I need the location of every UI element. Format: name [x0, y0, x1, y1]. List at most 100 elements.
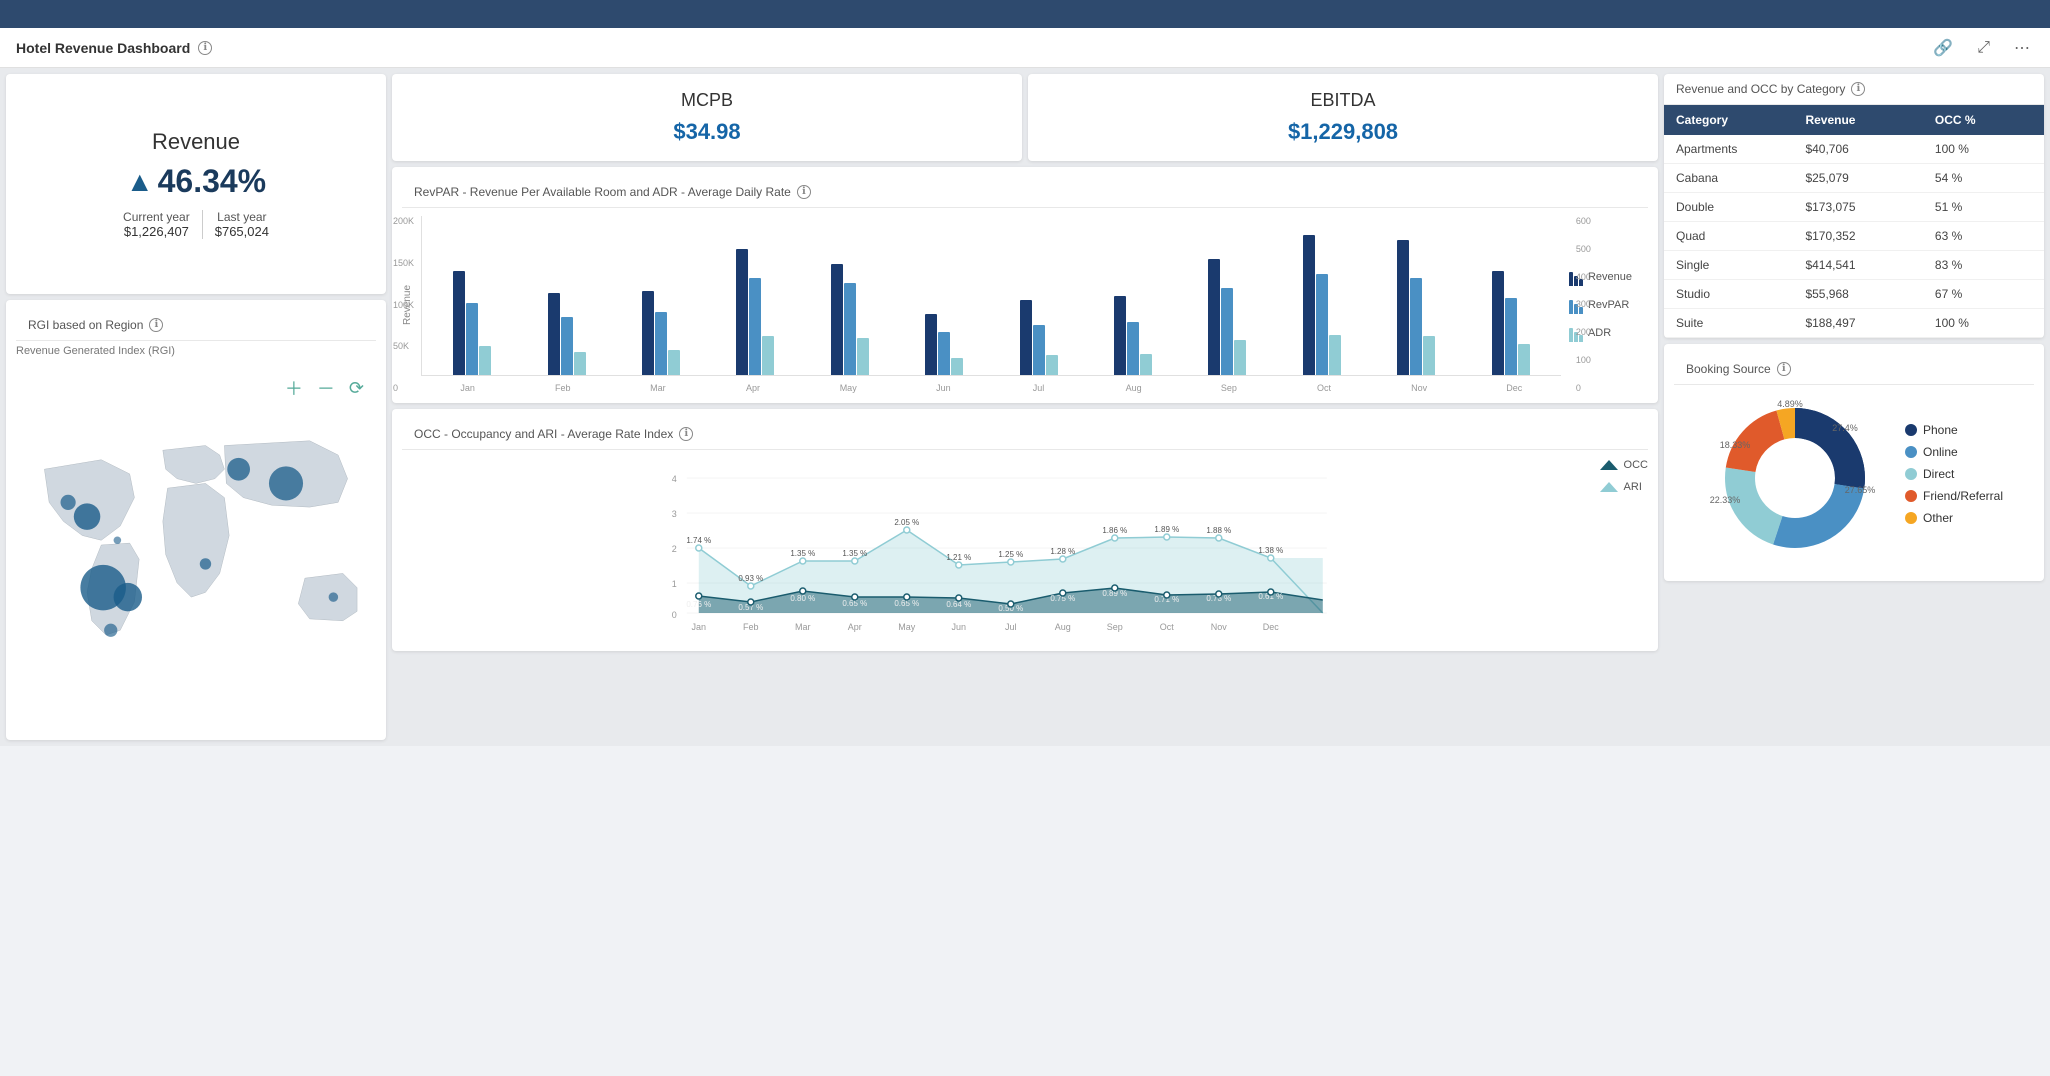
- month-label: Sep: [1182, 380, 1275, 393]
- row-revenue: $188,497: [1805, 316, 1934, 330]
- bar-revenue: [1397, 240, 1409, 375]
- legend-other-dot: [1905, 512, 1917, 524]
- svg-text:Dec: Dec: [1263, 622, 1280, 632]
- link-button[interactable]: 🔗: [1929, 34, 1957, 62]
- month-group: [1276, 235, 1368, 375]
- title-info-icon[interactable]: ℹ: [198, 41, 212, 55]
- svg-text:1.35 %: 1.35 %: [790, 549, 815, 558]
- svg-text:0: 0: [672, 610, 677, 620]
- row-revenue: $414,541: [1805, 258, 1934, 272]
- bar-revpar: [1505, 298, 1517, 375]
- ebitda-value: $1,229,808: [1288, 119, 1398, 145]
- month-group: [1464, 235, 1556, 375]
- bar-revenue: [925, 314, 937, 375]
- revenue-category-info[interactable]: ℹ: [1851, 82, 1865, 96]
- svg-text:1.74 %: 1.74 %: [686, 536, 711, 545]
- booking-source-header: Booking Source ℹ: [1674, 354, 2034, 385]
- map-reset[interactable]: ⟳: [345, 376, 368, 401]
- revpar-header: RevPAR - Revenue Per Available Room and …: [402, 177, 1648, 208]
- month-group: [615, 235, 707, 375]
- svg-text:1.25 %: 1.25 %: [998, 550, 1023, 559]
- occ-ari-header: OCC - Occupancy and ARI - Average Rate I…: [402, 419, 1648, 450]
- title-bar-right: 🔗 ⤢ ⋯: [1929, 34, 2034, 62]
- revpar-info-icon[interactable]: ℹ: [797, 185, 811, 199]
- donut-label-other: 4.89%: [1777, 399, 1803, 409]
- svg-text:Jun: Jun: [952, 622, 967, 632]
- ari-label: ARI: [1624, 481, 1642, 493]
- month-group: [1087, 235, 1179, 375]
- row-category: Suite: [1676, 316, 1805, 330]
- legend-online-label: Online: [1923, 445, 1958, 459]
- bar-chart: [421, 216, 1561, 376]
- row-revenue: $173,075: [1805, 200, 1934, 214]
- donut-label-referral: 18.33%: [1720, 440, 1751, 450]
- legend-phone-label: Phone: [1923, 423, 1958, 437]
- booking-source-legend: Phone Online Direct Friend/Referral: [1905, 423, 2003, 533]
- svg-text:Nov: Nov: [1211, 622, 1228, 632]
- map-bubble: [329, 592, 338, 601]
- bars-row: [453, 235, 491, 375]
- table-row: Apartments $40,706 100 %: [1664, 135, 2044, 164]
- legend-direct: Direct: [1905, 467, 2003, 481]
- month-group: [992, 235, 1084, 375]
- expand-button[interactable]: ⤢: [1973, 35, 1994, 61]
- bar-adr: [574, 352, 586, 375]
- current-year-label: Current year: [123, 210, 190, 224]
- month-label: May: [802, 380, 895, 393]
- occ-ari-info-icon[interactable]: ℹ: [679, 427, 693, 441]
- bar-revpar: [466, 303, 478, 375]
- map-bubble: [114, 583, 142, 611]
- map-card: RGI based on Region ℹ Revenue Generated …: [6, 300, 386, 740]
- bar-adr: [951, 358, 963, 375]
- month-label: Jan: [421, 380, 514, 393]
- map-zoom-out[interactable]: －: [313, 373, 339, 403]
- top-bar: [0, 0, 2050, 28]
- month-group: [520, 235, 612, 375]
- table-row: Suite $188,497 100 %: [1664, 309, 2044, 338]
- revpar-bars-container: 200K150K100K50K0 6005004003002001000 Jan…: [421, 216, 1561, 393]
- legend-direct-dot: [1905, 468, 1917, 480]
- legend-direct-label: Direct: [1923, 467, 1954, 481]
- booking-source-info[interactable]: ℹ: [1777, 362, 1791, 376]
- page-title: Hotel Revenue Dashboard: [16, 40, 190, 56]
- legend-referral: Friend/Referral: [1905, 489, 2003, 503]
- bar-revpar: [1033, 325, 1045, 375]
- svg-text:1.38 %: 1.38 %: [1258, 546, 1283, 555]
- bar-revpar: [561, 317, 573, 375]
- bars-row: [642, 235, 680, 375]
- legend-occ: OCC: [1600, 458, 1648, 472]
- row-occ: 63 %: [1935, 229, 2032, 243]
- month-label: Dec: [1468, 380, 1561, 393]
- svg-text:1.89 %: 1.89 %: [1154, 525, 1179, 534]
- bar-adr: [668, 350, 680, 375]
- right-column: Revenue and OCC by Category ℹ Category R…: [1664, 74, 2044, 740]
- svg-text:Mar: Mar: [795, 622, 811, 632]
- bar-revenue: [642, 291, 654, 375]
- map-bubble: [269, 466, 303, 500]
- legend-phone-dot: [1905, 424, 1917, 436]
- donut-label-phone: 27.4%: [1832, 423, 1858, 433]
- month-group: [709, 235, 801, 375]
- bar-adr: [857, 338, 869, 375]
- month-group: [898, 235, 990, 375]
- donut-center: [1757, 440, 1833, 516]
- donut-label-direct: 22.33%: [1710, 495, 1741, 505]
- map-controls: ＋ － ⟳: [281, 373, 368, 403]
- bars-row: [831, 235, 869, 375]
- bars-row: [925, 235, 963, 375]
- bar-revenue: [1492, 271, 1504, 375]
- map-zoom-in[interactable]: ＋: [281, 373, 307, 403]
- category-table-rows: Apartments $40,706 100 %Cabana $25,079 5…: [1664, 135, 2044, 338]
- revenue-card: Revenue ▲ 46.34% Current year $1,226,407…: [6, 74, 386, 294]
- map-wrapper: ＋ － ⟳: [16, 365, 376, 725]
- more-button[interactable]: ⋯: [2010, 34, 2034, 62]
- bar-revpar: [844, 283, 856, 375]
- row-category: Single: [1676, 258, 1805, 272]
- revenue-comparison: Current year $1,226,407 Last year $765,0…: [123, 210, 269, 239]
- bars-row: [1397, 235, 1435, 375]
- svg-text:Apr: Apr: [848, 622, 862, 632]
- table-row: Quad $170,352 63 %: [1664, 222, 2044, 251]
- map-info-icon[interactable]: ℹ: [149, 318, 163, 332]
- revenue-triangle: ▲: [126, 166, 154, 198]
- y-axis-right: 6005004003002001000: [1576, 216, 1591, 393]
